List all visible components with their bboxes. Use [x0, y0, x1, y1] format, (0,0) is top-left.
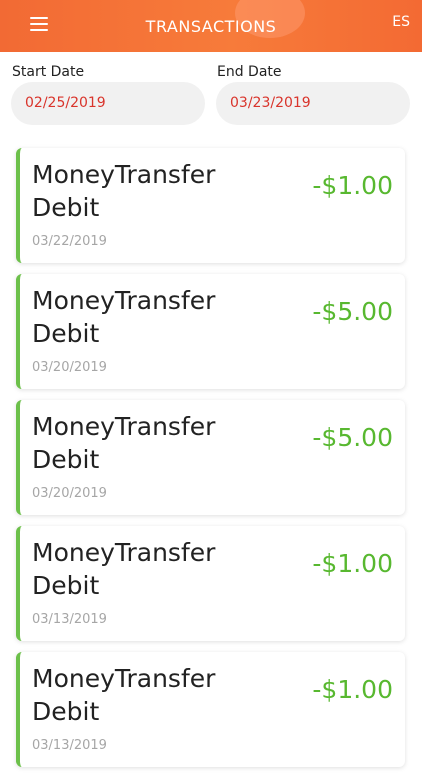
transaction-card[interactable]: MoneyTransfer Debit -$1.00 03/13/2019	[16, 526, 405, 641]
transaction-amount: -$1.00	[312, 549, 393, 578]
transaction-amount: -$5.00	[312, 423, 393, 452]
end-date-field[interactable]: 03/23/2019	[216, 82, 410, 125]
app-header: TRANSACTIONS ES	[0, 0, 422, 52]
transaction-amount: -$1.00	[312, 675, 393, 704]
transaction-description: MoneyTransfer Debit	[32, 664, 216, 726]
start-date-label: Start Date	[12, 64, 85, 80]
transaction-date: 03/13/2019	[32, 612, 107, 627]
transaction-date: 03/20/2019	[32, 360, 107, 375]
transaction-description: MoneyTransfer Debit	[32, 538, 216, 600]
transaction-card[interactable]: MoneyTransfer Debit -$5.00 03/20/2019	[16, 400, 405, 515]
transaction-date: 03/13/2019	[32, 738, 107, 753]
transaction-description: MoneyTransfer Debit	[32, 286, 216, 348]
transaction-card[interactable]: MoneyTransfer Debit -$1.00 03/22/2019	[16, 148, 405, 263]
start-date-field[interactable]: 02/25/2019	[11, 82, 205, 125]
transaction-date: 03/22/2019	[32, 234, 107, 249]
transaction-date: 03/20/2019	[32, 486, 107, 501]
transaction-list: MoneyTransfer Debit -$1.00 03/22/2019 Mo…	[16, 148, 406, 778]
page-title: TRANSACTIONS	[145, 17, 277, 36]
transaction-description: MoneyTransfer Debit	[32, 412, 216, 474]
transaction-card[interactable]: MoneyTransfer Debit -$5.00 03/20/2019	[16, 274, 405, 389]
transaction-amount: -$5.00	[312, 297, 393, 326]
transaction-amount: -$1.00	[312, 171, 393, 200]
end-date-label: End Date	[217, 64, 282, 80]
transaction-description: MoneyTransfer Debit	[32, 160, 216, 222]
language-toggle[interactable]: ES	[392, 14, 410, 30]
